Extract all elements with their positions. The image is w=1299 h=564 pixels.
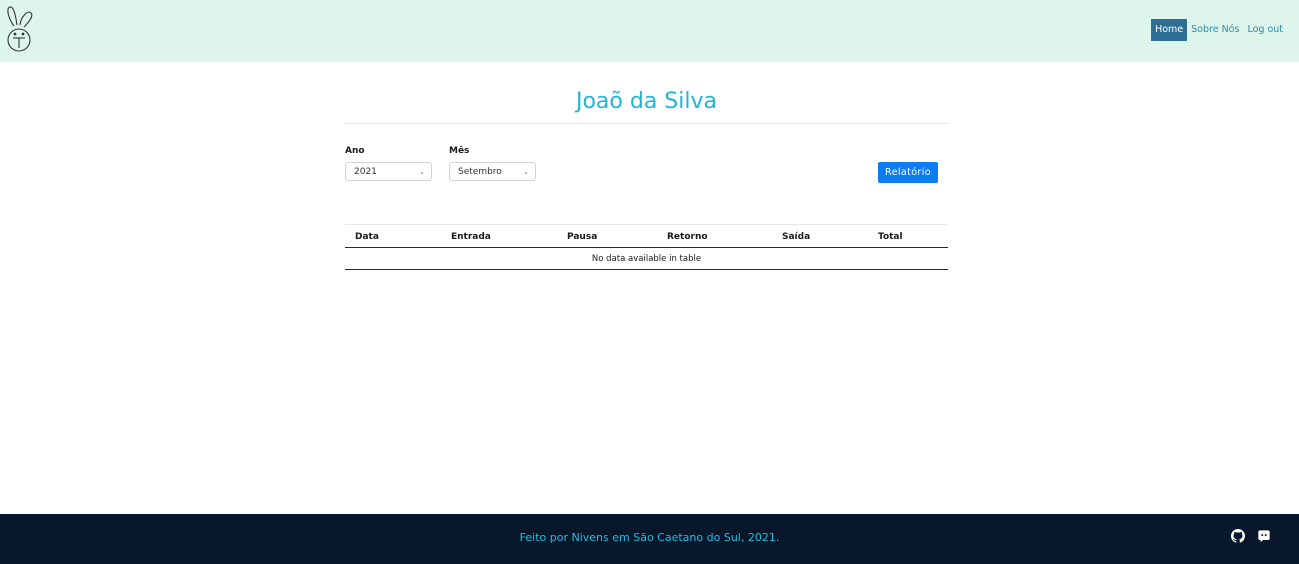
year-label: Ano bbox=[345, 146, 365, 156]
year-select-value: 2021 bbox=[354, 167, 377, 177]
table-row: No data available in table bbox=[345, 247, 948, 270]
github-icon[interactable] bbox=[1231, 529, 1245, 543]
footer-text: Feito por Nivens em São Caetano do Sul, … bbox=[519, 531, 780, 544]
records-table: Data Entrada Pausa Retorno Saída Total N… bbox=[345, 224, 948, 270]
month-select-value: Setembro bbox=[458, 167, 502, 177]
report-button[interactable]: Relatório bbox=[878, 162, 938, 183]
year-filter: Ano 2021 ⌄ bbox=[345, 146, 432, 181]
chevron-down-icon: ⌄ bbox=[419, 168, 425, 176]
month-select[interactable]: Setembro ⌄ bbox=[449, 162, 536, 181]
nav-home-link[interactable]: Home bbox=[1151, 19, 1188, 41]
month-filter: Mês Setembro ⌄ bbox=[449, 146, 536, 181]
column-header-pausa[interactable]: Pausa bbox=[557, 224, 657, 248]
footer: Feito por Nivens em São Caetano do Sul, … bbox=[0, 514, 1299, 564]
bunny-logo-icon[interactable] bbox=[4, 4, 38, 56]
page-title: Joaõ da Silva bbox=[575, 89, 717, 114]
main-content: Joaõ da Silva Ano 2021 ⌄ Mês Setembro ⌄ … bbox=[345, 62, 948, 270]
column-header-total[interactable]: Total bbox=[868, 224, 948, 248]
empty-table-message: No data available in table bbox=[345, 247, 948, 270]
column-header-retorno[interactable]: Retorno bbox=[657, 224, 772, 248]
column-header-entrada[interactable]: Entrada bbox=[441, 224, 557, 248]
month-label: Mês bbox=[449, 146, 470, 156]
table-header-row: Data Entrada Pausa Retorno Saída Total bbox=[345, 224, 948, 248]
nav-logout-link[interactable]: Log out bbox=[1243, 19, 1287, 41]
filters-bar: Ano 2021 ⌄ Mês Setembro ⌄ Relatório bbox=[345, 124, 948, 224]
column-header-saida[interactable]: Saída bbox=[772, 224, 868, 248]
year-select[interactable]: 2021 ⌄ bbox=[345, 162, 432, 181]
nav-links: Home Sobre Nós Log out bbox=[1151, 19, 1287, 41]
navbar: Home Sobre Nós Log out bbox=[0, 0, 1299, 62]
column-header-data[interactable]: Data bbox=[345, 224, 441, 248]
chevron-down-icon: ⌄ bbox=[523, 168, 529, 176]
nav-about-link[interactable]: Sobre Nós bbox=[1187, 19, 1243, 41]
footer-icons bbox=[1231, 529, 1271, 543]
discord-icon[interactable] bbox=[1257, 529, 1271, 543]
